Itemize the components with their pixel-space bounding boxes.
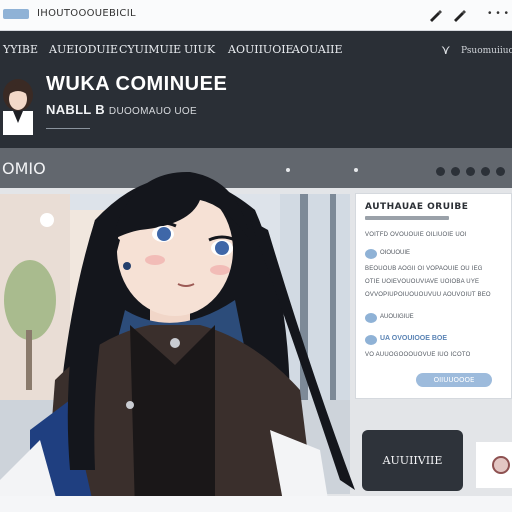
thumbnail[interactable] — [476, 442, 512, 488]
pen-icon[interactable] — [428, 8, 442, 22]
nav-tabs: YYIBE AUEIODUIE CYUIMUIE UIUK AOUIIUOIE … — [0, 43, 512, 63]
radio-label: AUOUIGIUE — [380, 314, 414, 320]
pen-icon[interactable] — [452, 8, 466, 22]
page-subtitle: NABLL B DUOOMAUO UOE — [46, 102, 197, 117]
radio-label: UA OVOUIOOE BOE — [380, 335, 448, 342]
radio-option[interactable] — [365, 313, 377, 323]
footer-bar — [0, 496, 512, 512]
info-card: AUTHAUAE ORUIBE VOITFD OVOUOUIE OILIUOIE… — [355, 193, 512, 399]
nav-tab[interactable]: AOUAIIE — [292, 43, 343, 56]
carousel-dot[interactable] — [466, 167, 475, 176]
carousel-dot[interactable] — [496, 167, 505, 176]
nav-user-menu[interactable]: Psuomuiiuodlee — [461, 46, 512, 56]
more-dots-icon[interactable]: • • • — [488, 8, 509, 19]
avatar[interactable] — [0, 71, 36, 135]
subtitle-small: DUOOMAUO UOE — [108, 106, 197, 117]
card-text: OVVOPIUPOIUOUOUVUU AOUVOIUT BEO — [365, 292, 491, 298]
top-bar: IHOUTOOOUEBICIL • • • — [0, 0, 512, 31]
subtitle-main: NABLL B — [46, 102, 105, 117]
hero-image — [0, 150, 360, 512]
carousel-dot[interactable] — [451, 167, 460, 176]
carousel-dots — [436, 163, 511, 181]
primary-action-button[interactable]: AUUIIVIIE — [362, 430, 463, 491]
radio-option[interactable] — [365, 249, 377, 259]
page-title: WUKA COMINUEE — [46, 73, 228, 95]
card-text: BEOUOUB AOGII OI VOPAOUIE OU IEG — [365, 266, 483, 272]
nav-tab[interactable]: AOUIIUOIE — [228, 43, 294, 56]
nav-tab[interactable]: CYUIMUIE — [119, 43, 181, 56]
radio-label: OIOUOUIE — [380, 250, 411, 256]
card-text: VOITFD OVOUOUIE OILIUOIE UOI — [365, 232, 467, 238]
chevron-down-icon[interactable]: ⋎ — [441, 42, 451, 58]
radio-option[interactable] — [365, 335, 377, 345]
nav-tab[interactable]: YYIBE — [3, 43, 38, 56]
card-rule — [365, 216, 449, 220]
carousel-dot[interactable] — [436, 167, 445, 176]
nav-tab[interactable]: UIUK — [184, 43, 215, 56]
carousel-dot[interactable] — [481, 167, 490, 176]
card-text: VO AUUOGOOOUOVUE IUO ICOTO — [365, 352, 471, 358]
record-icon — [492, 456, 510, 474]
card-text: OTIE UOIEVOUOUVIAVE UOIOBA UYE — [365, 279, 480, 285]
card-title: AUTHAUAE ORUIBE — [365, 202, 469, 212]
app-logo[interactable] — [3, 9, 29, 19]
nav-tab[interactable]: AUEIODUIE — [49, 43, 118, 56]
submit-button[interactable]: OIIUUOOOE — [416, 373, 492, 387]
divider — [46, 128, 90, 129]
window-title: IHOUTOOOUEBICIL — [37, 8, 136, 19]
profile-header: YYIBE AUEIODUIE CYUIMUIE UIUK AOUIIUOIE … — [0, 31, 512, 148]
